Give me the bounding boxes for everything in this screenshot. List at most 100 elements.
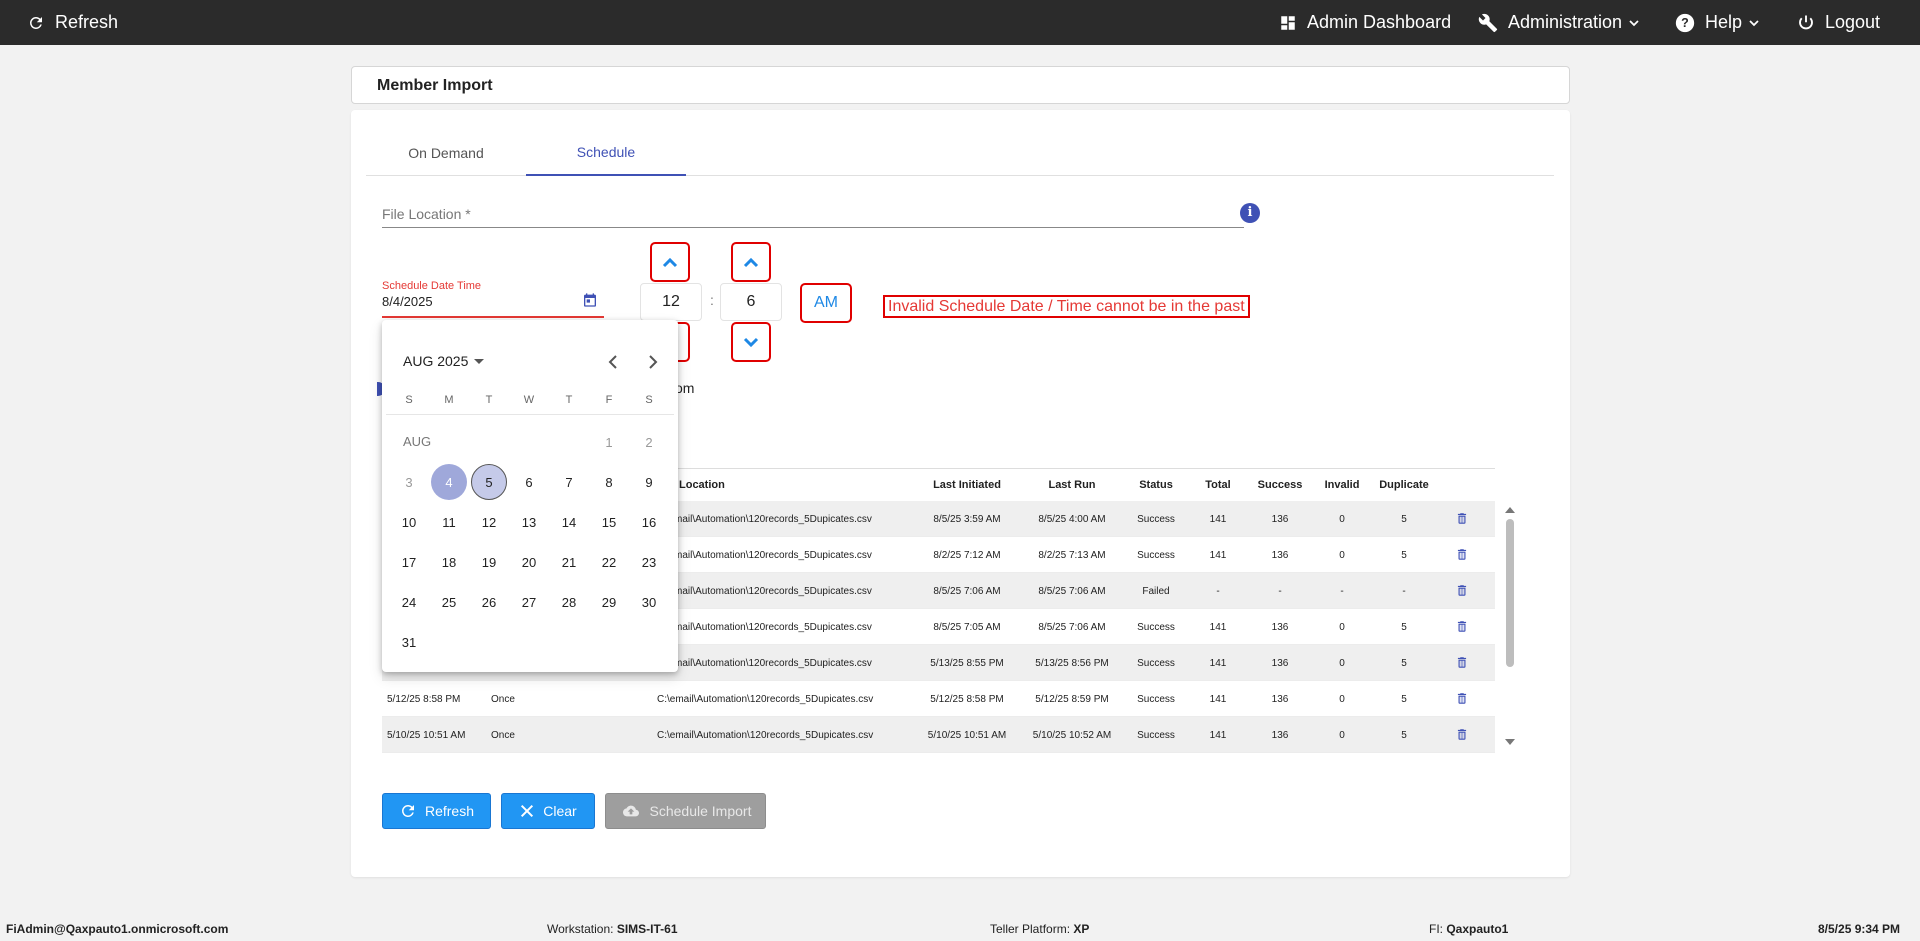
scroll-down-arrow-icon[interactable]	[1505, 739, 1515, 745]
calendar-day[interactable]: 12	[471, 504, 507, 540]
table-row[interactable]: 5/12/25 8:58 PM Once C:\email\Automation…	[382, 681, 1495, 717]
clear-button-label: Clear	[543, 803, 577, 819]
calendar-day[interactable]: 23	[631, 544, 667, 580]
wrench-icon	[1478, 13, 1498, 32]
page-header-card: Member Import	[351, 66, 1570, 104]
calendar-day[interactable]: 30	[631, 584, 667, 620]
administration-menu[interactable]: Administration	[1478, 0, 1650, 45]
trash-icon[interactable]	[1455, 583, 1469, 598]
table-scrollbar[interactable]	[1504, 505, 1516, 750]
cell-last-run: 8/5/25 4:00 AM	[1038, 514, 1106, 525]
calendar-day[interactable]: 15	[591, 504, 627, 540]
topbar-refresh-button[interactable]: Refresh	[27, 0, 118, 45]
refresh-icon	[401, 805, 414, 817]
calendar-day[interactable]: 3	[391, 464, 427, 500]
cell-total: 141	[1209, 550, 1227, 561]
calendar-day[interactable]: 29	[591, 584, 627, 620]
fi-value: Qaxpauto1	[1446, 922, 1509, 936]
schedule-import-button[interactable]: Schedule Import	[605, 793, 766, 829]
weekday-label: F	[605, 394, 613, 406]
info-icon[interactable]: i	[1240, 203, 1260, 223]
chevron-down-icon	[1749, 19, 1759, 26]
calendar-day[interactable]: 13	[511, 504, 547, 540]
cell-duplicate: 5	[1401, 730, 1407, 741]
calendar-day[interactable]: 18	[431, 544, 467, 580]
calendar-day[interactable]: 17	[391, 544, 427, 580]
workstation-value: SIMS-IT-61	[616, 922, 678, 936]
calendar-day[interactable]: 10	[391, 504, 427, 540]
calendar-day-today[interactable]: 5	[471, 464, 507, 500]
trash-icon[interactable]	[1455, 619, 1469, 634]
calendar-month-label: AUG	[403, 434, 432, 449]
cell-total: 141	[1209, 730, 1227, 741]
calendar-day-selected[interactable]: 4	[431, 464, 467, 500]
trash-icon[interactable]	[1455, 511, 1469, 526]
calendar-next-button[interactable]	[641, 350, 665, 374]
minute-down-button[interactable]	[731, 322, 771, 362]
help-menu[interactable]: ? Help	[1675, 0, 1770, 45]
calendar-day[interactable]: 22	[591, 544, 627, 580]
trash-icon[interactable]	[1455, 547, 1469, 562]
minute-input[interactable]: 6	[720, 283, 782, 321]
calendar-day[interactable]: 27	[511, 584, 547, 620]
weekday-label: M	[444, 394, 454, 406]
calendar-day[interactable]: 26	[471, 584, 507, 620]
chevron-down-icon	[1629, 19, 1639, 26]
hour-input[interactable]: 12	[640, 283, 702, 321]
cell-success: 136	[1271, 730, 1289, 741]
calendar-day[interactable]: 20	[511, 544, 547, 580]
clear-button[interactable]: Clear	[501, 793, 595, 829]
calendar-prev-button[interactable]	[601, 350, 625, 374]
calendar-day[interactable]: 28	[551, 584, 587, 620]
cell-last-run: 8/5/25 7:06 AM	[1038, 586, 1106, 597]
import-tabs: On Demand Schedule	[366, 130, 1554, 176]
trash-icon[interactable]	[1455, 655, 1469, 670]
table-row[interactable]: 5/10/25 10:51 AM Once C:\email\Automatio…	[382, 717, 1495, 753]
calendar-day[interactable]: 2	[631, 424, 667, 460]
calendar-icon[interactable]	[582, 292, 598, 308]
hour-up-button[interactable]	[650, 242, 690, 282]
calendar-day[interactable]: 1	[591, 424, 627, 460]
calendar-day[interactable]: 31	[391, 624, 427, 660]
cell-last-run: 5/13/25 8:56 PM	[1035, 658, 1109, 669]
calendar-day[interactable]: 24	[391, 584, 427, 620]
calendar-day[interactable]: 25	[431, 584, 467, 620]
cell-last-run: 5/10/25 10:52 AM	[1032, 730, 1112, 741]
schedule-date-input[interactable]: 8/4/2025	[382, 294, 433, 309]
scroll-up-arrow-icon[interactable]	[1505, 507, 1515, 513]
chevron-down-icon	[743, 337, 759, 348]
cell-status: Success	[1137, 694, 1175, 705]
calendar-day[interactable]: 19	[471, 544, 507, 580]
calendar-day[interactable]: 11	[431, 504, 467, 540]
logout-button[interactable]: Logout	[1797, 0, 1880, 45]
minute-up-button[interactable]	[731, 242, 771, 282]
calendar-day[interactable]: 21	[551, 544, 587, 580]
refresh-button-label: Refresh	[424, 803, 475, 819]
tab-on-demand[interactable]: On Demand	[366, 130, 526, 176]
cell-invalid: 0	[1339, 622, 1345, 633]
refresh-button[interactable]: Refresh	[382, 793, 491, 829]
calendar-day[interactable]: 7	[551, 464, 587, 500]
weekday-label: T	[565, 394, 573, 406]
trash-icon[interactable]	[1455, 727, 1469, 742]
cell-location: mail\Automation\120records_5Dupicates.cs…	[674, 658, 872, 669]
cell-last-initiated: 5/12/25 8:58 PM	[930, 694, 1004, 705]
calendar-day[interactable]: 6	[511, 464, 547, 500]
ampm-toggle-button[interactable]: AM	[800, 283, 852, 323]
calendar-period-button[interactable]: AUG 2025	[403, 353, 485, 369]
header-success: Success	[1257, 479, 1303, 491]
calendar-day[interactable]: 16	[631, 504, 667, 540]
calendar-day[interactable]: 9	[631, 464, 667, 500]
cell-success: -	[1278, 586, 1282, 597]
cell-location: mail\Automation\120records_5Dupicates.cs…	[674, 586, 872, 597]
tab-schedule[interactable]: Schedule	[526, 130, 686, 176]
header-last-initiated: Last Initiated	[933, 479, 1001, 491]
file-location-field[interactable]: File Location *	[382, 203, 1244, 228]
cell-last-initiated: 8/2/25 7:12 AM	[933, 550, 1001, 561]
scrollbar-thumb[interactable]	[1506, 519, 1514, 667]
admin-dashboard-link[interactable]: Admin Dashboard	[1279, 0, 1451, 45]
calendar-day[interactable]: 14	[551, 504, 587, 540]
trash-icon[interactable]	[1455, 691, 1469, 706]
calendar-day[interactable]: 8	[591, 464, 627, 500]
cell-last-initiated: 8/5/25 7:05 AM	[933, 622, 1001, 633]
